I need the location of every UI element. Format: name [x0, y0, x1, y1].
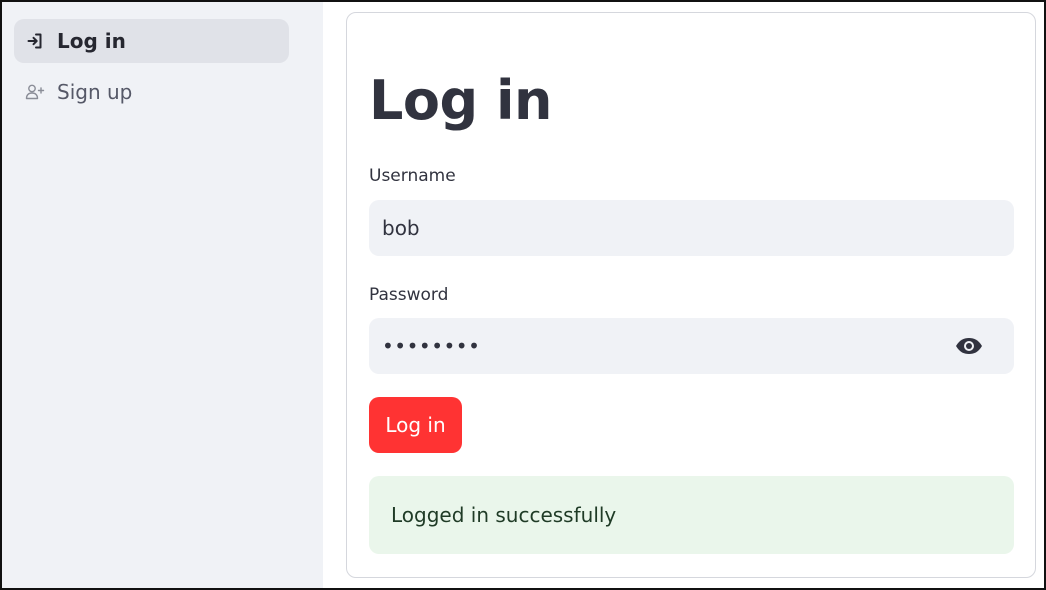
username-input[interactable]: bob	[369, 200, 1014, 256]
username-value: bob	[382, 216, 420, 240]
app-window: Log in Sign up Log in Username bob Passw…	[0, 0, 1046, 590]
sidebar-item-log-in[interactable]: Log in	[14, 19, 289, 63]
login-form-container: Log in Username bob Password •••••••• Lo…	[346, 12, 1036, 578]
eye-icon[interactable]	[954, 335, 984, 357]
password-input[interactable]: ••••••••	[369, 318, 1014, 374]
success-alert: Logged in successfully	[369, 476, 1014, 554]
page-title: Log in	[369, 69, 552, 132]
username-label: Username	[369, 166, 456, 186]
login-button[interactable]: Log in	[369, 397, 462, 453]
sidebar-item-sign-up[interactable]: Sign up	[14, 70, 289, 114]
person-add-icon	[24, 81, 46, 103]
sidebar: Log in Sign up	[2, 2, 323, 588]
password-value: ••••••••	[382, 334, 481, 358]
sidebar-item-label: Log in	[57, 29, 126, 53]
login-icon	[24, 30, 46, 52]
sidebar-item-label: Sign up	[57, 80, 133, 104]
password-label: Password	[369, 285, 449, 305]
